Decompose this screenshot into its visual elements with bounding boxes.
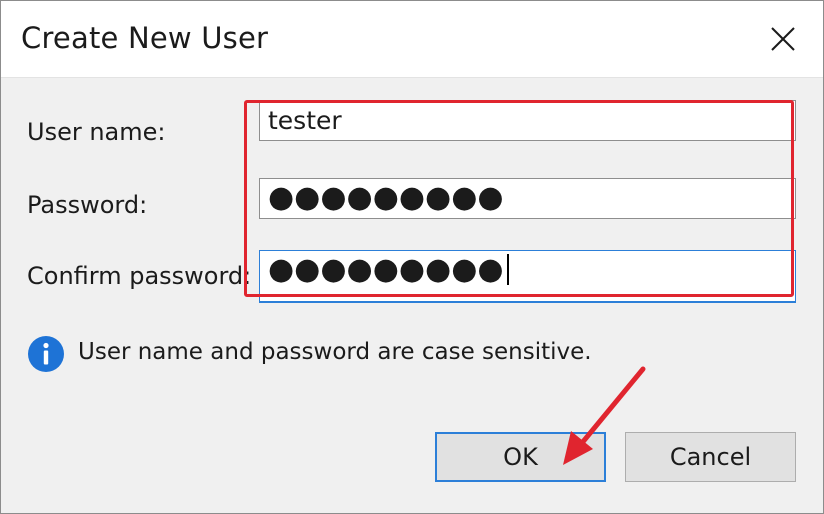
create-new-user-dialog: Create New User User name: tester Passwo… — [0, 0, 824, 514]
username-label: User name: — [27, 118, 166, 146]
cancel-button[interactable]: Cancel — [625, 432, 796, 482]
password-field[interactable]: ●●●●●●●●● — [259, 178, 796, 219]
close-button[interactable] — [765, 21, 801, 57]
username-field[interactable]: tester — [259, 100, 796, 141]
username-value: tester — [268, 106, 342, 135]
title-bar: Create New User — [1, 1, 823, 78]
dialog-title: Create New User — [21, 21, 269, 55]
confirm-password-label: Confirm password: — [27, 262, 252, 290]
info-message: User name and password are case sensitiv… — [78, 339, 592, 365]
info-icon — [28, 336, 64, 372]
password-label: Password: — [27, 191, 148, 219]
confirm-password-field[interactable]: ●●●●●●●●● — [259, 250, 796, 303]
close-icon — [771, 27, 795, 51]
password-value: ●●●●●●●●● — [268, 180, 504, 215]
ok-button[interactable]: OK — [435, 432, 606, 482]
text-caret — [506, 253, 509, 285]
confirm-password-value: ●●●●●●●●● — [268, 252, 504, 287]
